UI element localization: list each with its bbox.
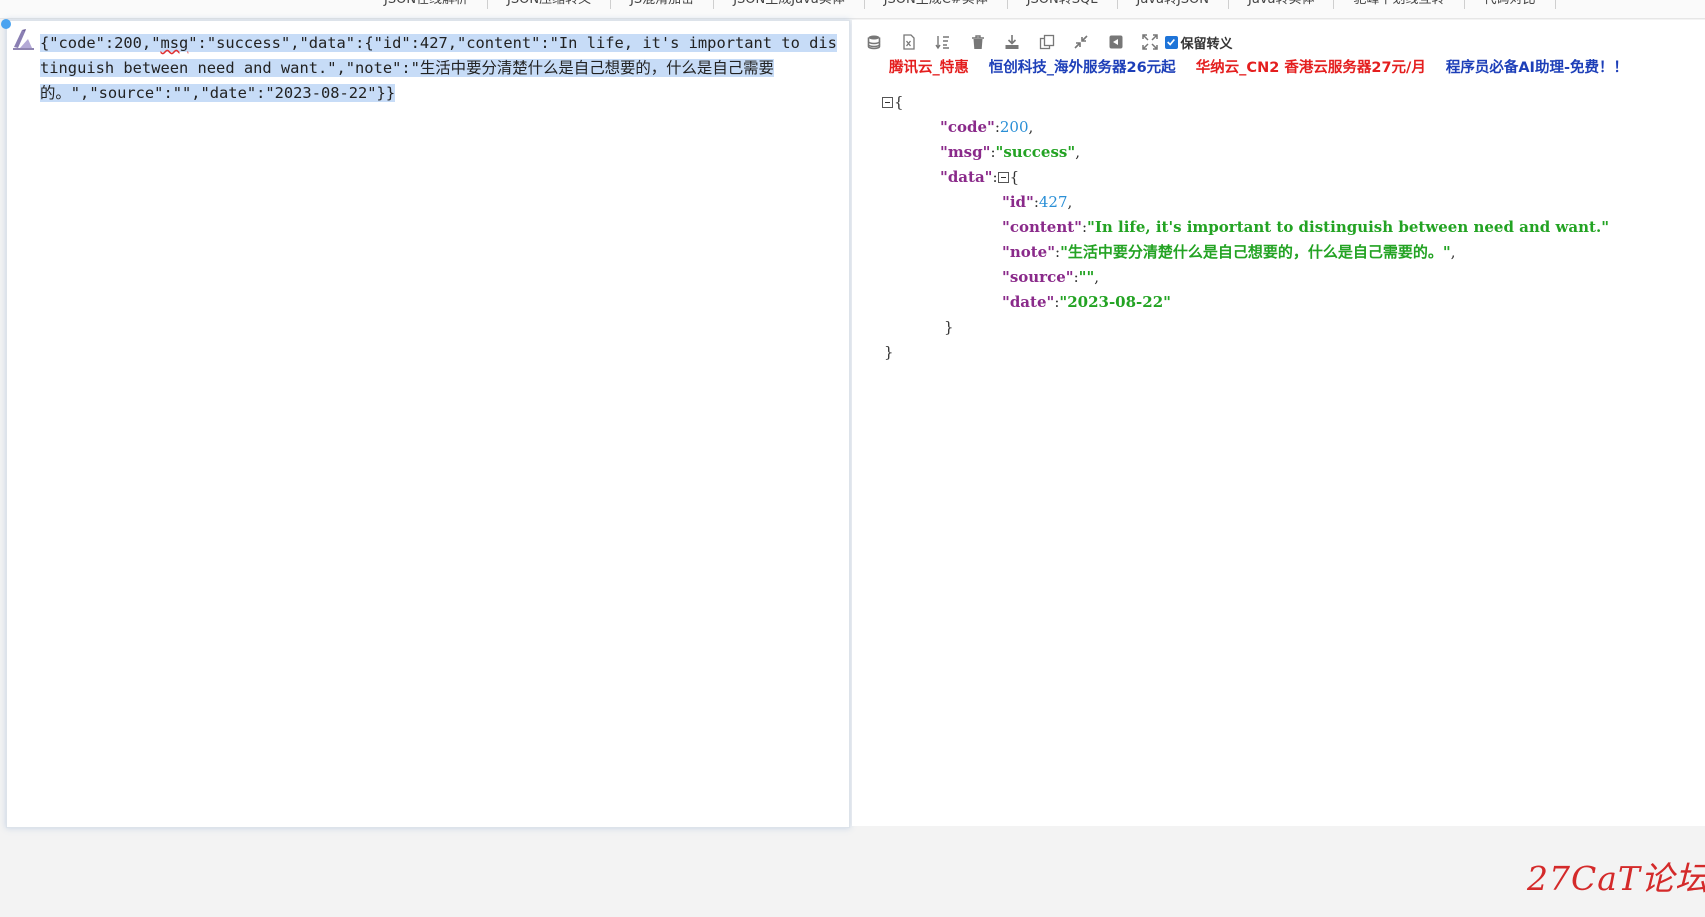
compress-icon[interactable] (1071, 32, 1091, 52)
collapse-toggle-icon[interactable] (882, 97, 893, 108)
json-line: "code":200, (940, 118, 1034, 136)
collapse-toggle-icon[interactable] (997, 172, 1009, 183)
json-line: "data":{ (940, 168, 1020, 186)
json-line: { (882, 90, 1609, 115)
json-line: "id":427, (1002, 193, 1073, 211)
ad-link[interactable]: 华纳云_CN2 香港云服务器27元/月 (1196, 56, 1426, 77)
topnav-item[interactable]: 代码对比 (1465, 0, 1556, 9)
json-line: "date":"2023-08-22" (1002, 293, 1171, 311)
json-input-editor[interactable]: {"code":200,"msg":"success","data":{"id"… (1, 19, 850, 828)
json-line: "content":"In life, it's important to di… (1002, 218, 1610, 236)
topnav-item[interactable]: JSON在线解析 (365, 0, 489, 9)
topnav-item[interactable]: JSON压缩转义 (488, 0, 612, 9)
json-line: } (944, 318, 954, 336)
json-formatted-viewer: 保留转义 腾讯云_特惠 恒创科技_海外服务器26元起 华纳云_CN2 香港云服务器2… (852, 20, 1705, 826)
ad-link[interactable]: 腾讯云_特惠 (889, 56, 969, 77)
topnav-item[interactable]: JSON转SQL (1008, 0, 1118, 9)
json-tree: { "code":200, "msg":"success", "data":{ … (882, 90, 1609, 365)
copy-icon[interactable] (1037, 32, 1057, 52)
topnav-item[interactable]: 驼峰下划线互转 (1334, 0, 1465, 9)
ad-link[interactable]: 恒创科技_海外服务器26元起 (989, 56, 1176, 77)
share-icon[interactable] (1106, 32, 1126, 52)
trash-icon[interactable] (968, 32, 988, 52)
download-icon[interactable] (1002, 32, 1022, 52)
topnav-item[interactable]: Java转JSON (1118, 0, 1230, 9)
sort-icon[interactable] (933, 32, 953, 52)
excel-icon[interactable] (899, 32, 919, 52)
topnav-item[interactable]: JSON生成C#实体 (865, 0, 1008, 9)
json-line: } (884, 343, 894, 361)
topnav-item[interactable]: Java转实体 (1229, 0, 1335, 9)
editor-pen-icon (10, 27, 36, 51)
database-icon[interactable] (864, 32, 884, 52)
ad-links: 腾讯云_特惠 恒创科技_海外服务器26元起 华纳云_CN2 香港云服务器27元/月程… (889, 56, 1648, 77)
keep-escape-label: 保留转义 (1180, 36, 1233, 52)
spellcheck-underline: msg (160, 34, 189, 52)
viewer-toolbar: 保留转义 (864, 32, 1233, 52)
forum-watermark: 27CaT论坛 (1527, 859, 1705, 898)
keep-escape-checkbox[interactable]: 保留转义 (1164, 33, 1233, 52)
raw-json-text[interactable]: {"code":200,"msg":"success","data":{"id"… (40, 31, 840, 106)
fullscreen-icon[interactable] (1140, 32, 1160, 52)
json-line: "msg":"success", (940, 143, 1080, 161)
json-line: "source":"", (1002, 268, 1100, 286)
checkbox-checked-icon[interactable] (1164, 35, 1178, 49)
topnav-item[interactable]: JSON生成Java实体 (714, 0, 865, 9)
ad-link[interactable]: 程序员必备AI助理-免费！！ (1446, 56, 1628, 77)
top-navigation: JSON在线解析JSON压缩转义JS混淆加密JSON生成Java实体JSON生成… (0, 0, 1705, 19)
topnav-item[interactable]: JS混淆加密 (611, 0, 715, 9)
json-line: "note":"生活中要分清楚什么是自己想要的，什么是自己需要的。", (1002, 243, 1456, 261)
